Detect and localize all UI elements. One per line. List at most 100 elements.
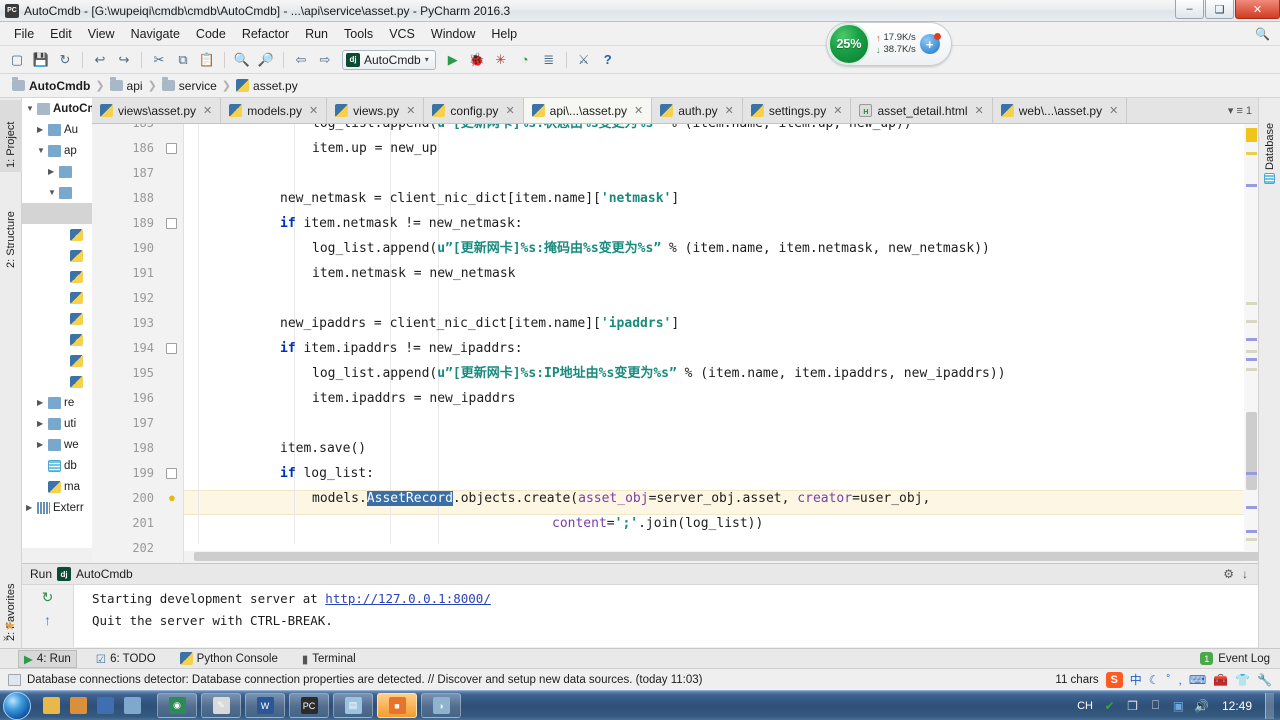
twisty-collapsed-icon[interactable]: ▶ — [37, 440, 48, 449]
start-button[interactable] — [3, 691, 31, 720]
navigate-back-icon[interactable]: ⇦ — [290, 49, 312, 71]
replace-icon[interactable]: 🔎 — [255, 49, 277, 71]
twisty-expanded-icon[interactable]: ▼ — [48, 188, 59, 197]
menu-edit[interactable]: Edit — [42, 24, 80, 44]
copy-icon[interactable]: ⧉ — [172, 49, 194, 71]
code-line[interactable]: item.netmask = new_netmask — [312, 261, 516, 286]
profile-icon[interactable]: ◔ — [514, 49, 536, 71]
maximize-button[interactable]: ❑ — [1205, 0, 1234, 19]
intention-bulb-icon[interactable]: ● — [168, 490, 176, 505]
twisty-expanded-icon[interactable]: ▼ — [37, 146, 48, 155]
bottom-tab-python-console[interactable]: Python Console — [175, 651, 283, 666]
taskbar-item-paint[interactable]: ◑ — [421, 693, 461, 718]
attach-icon[interactable]: ⚔ — [573, 49, 595, 71]
tool-icon[interactable] — [124, 697, 141, 714]
close-tab-icon[interactable]: ✕ — [309, 104, 318, 117]
close-tab-icon[interactable]: ✕ — [725, 104, 734, 117]
bottom-tab-terminal[interactable]: ▮ Terminal — [297, 651, 361, 667]
bottom-tab-todo[interactable]: ☑ 6: TODO — [91, 651, 161, 667]
code-line[interactable]: new_ipaddrs = client_nic_dict[item.name]… — [280, 311, 679, 336]
close-tab-icon[interactable]: ✕ — [974, 104, 983, 117]
code-line[interactable]: content=';'.join(log_list)) — [552, 511, 763, 536]
close-tab-icon[interactable]: ✕ — [634, 104, 643, 117]
save-all-icon[interactable]: 💾 — [30, 49, 52, 71]
navigate-forward-icon[interactable]: ⇨ — [314, 49, 336, 71]
tray-language-indicator[interactable]: CH — [1077, 700, 1093, 712]
editor-tabs-actions[interactable]: ▾ ≡ 1 — [1228, 98, 1258, 123]
taskbar-item-pycharm[interactable]: PC — [289, 693, 329, 718]
run-icon[interactable]: ▶ — [442, 49, 464, 71]
close-tab-icon[interactable]: ✕ — [1109, 104, 1118, 117]
editor-tab[interactable]: config.py ✕ — [424, 98, 524, 123]
menu-navigate[interactable]: Navigate — [123, 24, 188, 44]
server-url-link[interactable]: http://127.0.0.1:8000/ — [325, 591, 491, 606]
run-console[interactable]: ↻ ↑ Starting development server at http:… — [22, 585, 1258, 647]
menu-vcs[interactable]: VCS — [381, 24, 423, 44]
coverage-icon[interactable]: ✳ — [490, 49, 512, 71]
code-fold-handle[interactable] — [166, 218, 177, 229]
code-line[interactable]: log_list.append(u”[更新网卡]%s:掩码由%s变更为%s” %… — [312, 236, 990, 261]
paste-icon[interactable]: 📋 — [196, 49, 218, 71]
shield-icon[interactable]: ✔ — [1102, 698, 1117, 713]
scrollbar-thumb[interactable] — [1246, 412, 1257, 490]
code-line[interactable]: item.up = new_up — [312, 136, 437, 161]
editor-tab[interactable]: models.py ✕ — [221, 98, 328, 123]
code-content[interactable]: log_list.append(u”[更新网卡]%s:状态由%s变更为%s” %… — [184, 124, 1258, 562]
blue-app-icon[interactable]: ▣ — [1171, 698, 1186, 713]
close-tab-icon[interactable]: ✕ — [406, 104, 415, 117]
code-editor[interactable]: 185 186 187 188 189 190 191 192 193 194 195 196 197 1… — [92, 124, 1258, 562]
search-everywhere-icon[interactable]: 🔍 — [1255, 27, 1280, 41]
code-line[interactable]: if log_list: — [280, 461, 374, 486]
twisty-collapsed-icon[interactable]: ▶ — [48, 167, 59, 176]
twisty-collapsed-icon[interactable]: ▶ — [37, 398, 48, 407]
editor-tab[interactable]: settings.py ✕ — [742, 98, 852, 123]
sogou-ime-icon[interactable]: S — [1105, 671, 1123, 688]
ime-language-icon[interactable]: 中 — [1130, 671, 1142, 688]
monitor-icon[interactable]: ⎕ — [1148, 698, 1163, 713]
redo-icon[interactable]: ↪ — [113, 49, 135, 71]
taskbar-item-notepad[interactable]: ✎ — [201, 693, 241, 718]
breadcrumb-item-service[interactable]: service — [158, 77, 221, 93]
twisty-collapsed-icon[interactable]: ▶ — [37, 419, 48, 428]
ime-punctuation-icon[interactable]: ゜, — [1166, 671, 1181, 688]
tool-tab-project[interactable]: 1: Project — [0, 100, 22, 172]
editor-tab[interactable]: auth.py ✕ — [652, 98, 743, 123]
ime-skin-icon[interactable]: 👕 — [1235, 673, 1250, 687]
editor-tab[interactable]: web\...\asset.py ✕ — [992, 98, 1128, 123]
editor-tab[interactable]: Hasset_detail.html ✕ — [851, 98, 993, 123]
editor-vertical-scrollbar[interactable] — [1244, 124, 1258, 562]
hscrollbar-thumb[interactable] — [194, 552, 1258, 561]
run-console-icon[interactable]: ≣ — [538, 49, 560, 71]
scroll-up-icon[interactable]: ↑ — [44, 612, 51, 628]
menu-refactor[interactable]: Refactor — [234, 24, 297, 44]
close-button[interactable]: ✕ — [1235, 0, 1280, 19]
find-icon[interactable]: 🔍 — [231, 49, 253, 71]
code-line[interactable]: new_netmask = client_nic_dict[item.name]… — [280, 186, 679, 211]
code-line[interactable]: if item.netmask != new_netmask: — [280, 211, 523, 236]
sync-icon[interactable]: ↻ — [54, 49, 76, 71]
taskbar-item-explorer[interactable]: ▤ — [333, 693, 373, 718]
ime-settings-icon[interactable]: 🔧 — [1257, 673, 1272, 687]
ime-toolbox-icon[interactable]: 🧰 — [1213, 673, 1228, 687]
editor-tab[interactable]: views\asset.py ✕ — [92, 98, 222, 123]
taskbar-item-orange-app[interactable]: ■ — [377, 693, 417, 718]
volume-icon[interactable]: 🔊 — [1194, 698, 1209, 713]
save-disk-icon[interactable] — [97, 697, 114, 714]
gear-icon[interactable]: ⚙ — [1223, 567, 1234, 581]
run-configuration-selector[interactable]: dj AutoCmdb ▾ — [342, 49, 436, 70]
twisty-expanded-icon[interactable]: ▼ — [26, 104, 37, 113]
code-fold-handle[interactable] — [166, 468, 177, 479]
menu-tools[interactable]: Tools — [336, 24, 381, 44]
rerun-icon[interactable]: ↻ — [42, 589, 54, 606]
tab-list-icon[interactable]: ≡ — [1236, 105, 1242, 117]
taskbar-item-chrome[interactable]: ◉ — [157, 693, 197, 718]
tool-tab-database[interactable]: Database — [1259, 102, 1280, 188]
menu-help[interactable]: Help — [483, 24, 525, 44]
breadcrumb-item-api[interactable]: api — [106, 77, 147, 93]
editor-tab[interactable]: views.py ✕ — [327, 98, 425, 123]
close-tab-icon[interactable]: ✕ — [833, 104, 842, 117]
open-folder-icon[interactable]: ▢ — [6, 49, 28, 71]
editor-gutter[interactable]: 185 186 187 188 189 190 191 192 193 194 195 196 197 1… — [92, 124, 184, 562]
code-line[interactable]: item.save() — [280, 436, 366, 461]
code-line[interactable]: item.ipaddrs = new_ipaddrs — [312, 386, 516, 411]
